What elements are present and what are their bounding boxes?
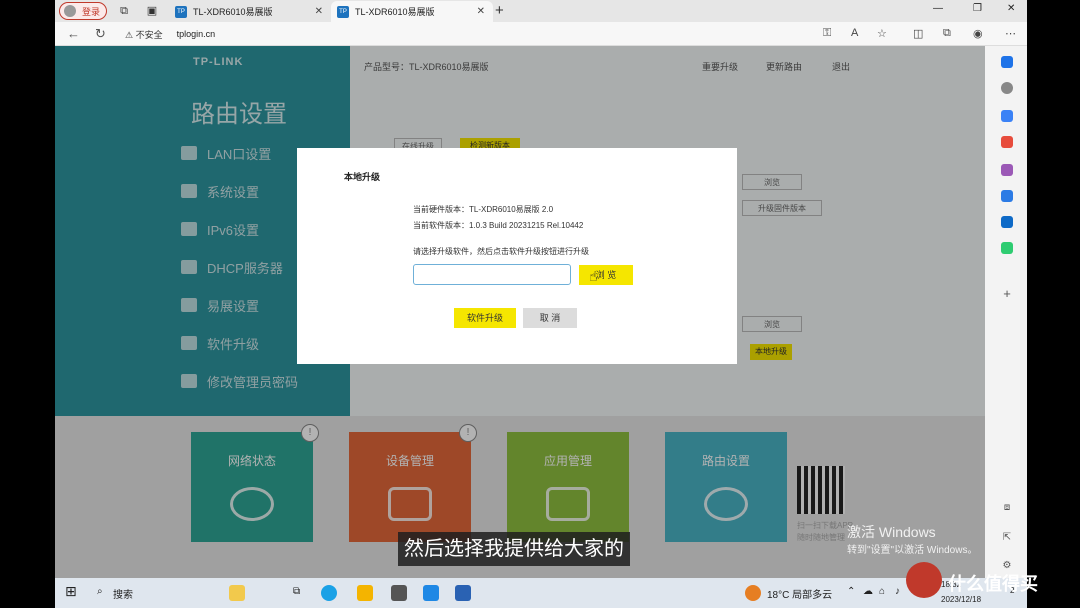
split-screen-icon[interactable]: ◫ xyxy=(913,27,923,40)
favorite-star-icon[interactable]: ☆ xyxy=(877,27,887,40)
app-icon[interactable] xyxy=(455,585,471,601)
security-warning[interactable]: ⚠ 不安全 xyxy=(125,28,163,41)
brand-watermark: 什么值得买 xyxy=(948,574,1038,594)
mail-icon[interactable] xyxy=(423,585,439,601)
tab-1[interactable]: TP TL-XDR6010易展版 ✕ xyxy=(169,1,331,22)
tplink-favicon-icon: TP xyxy=(337,5,349,18)
copilot-icon[interactable] xyxy=(1001,190,1013,202)
profile-button[interactable]: 登录 xyxy=(59,2,107,20)
games-icon[interactable] xyxy=(1001,164,1013,176)
tab-title: TL-XDR6010易展版 xyxy=(355,7,435,17)
file-path-input[interactable] xyxy=(413,264,571,285)
hardware-version-text: 当前硬件版本：TL-XDR6010易展版 2.0 xyxy=(413,205,554,214)
tab-2[interactable]: TP TL-XDR6010易展版 ✕ xyxy=(331,1,493,22)
drop-icon[interactable] xyxy=(1001,242,1013,254)
url-text: tplogin.cn xyxy=(176,29,216,39)
search-icon[interactable] xyxy=(1001,82,1013,94)
dialog-title: 本地升级 xyxy=(344,172,381,182)
avatar-icon xyxy=(64,5,76,17)
smzdm-logo-icon xyxy=(906,562,942,598)
tray-chevron-icon[interactable]: ⌃ xyxy=(847,586,855,597)
security-label: 不安全 xyxy=(135,29,163,40)
screenshot-icon[interactable]: ⧈ xyxy=(1001,502,1013,514)
software-upgrade-button[interactable]: 软件升级 xyxy=(454,308,516,328)
browser-window: 登录 ⧉ ▣ TP TL-XDR6010易展版 ✕ TP TL-XDR6010易… xyxy=(55,0,1027,608)
refresh-icon[interactable]: ↻ xyxy=(95,26,106,42)
back-icon[interactable]: ← xyxy=(67,26,80,41)
workspaces-icon[interactable]: ⧉ xyxy=(117,4,131,18)
key-icon[interactable]: ⚿ xyxy=(823,27,831,40)
weather-text[interactable]: 18°C 局部多云 xyxy=(767,586,832,601)
open-external-icon[interactable]: ⇱ xyxy=(1001,532,1013,544)
tab-strip: 登录 ⧉ ▣ TP TL-XDR6010易展版 ✕ TP TL-XDR6010易… xyxy=(55,0,1027,22)
network-icon[interactable]: ⌂ xyxy=(879,586,885,597)
taskbar-search-label[interactable]: 搜索 xyxy=(113,586,133,601)
read-aloud-icon[interactable]: A xyxy=(851,27,858,39)
windows-activation-subtitle: 转到"设置"以激活 Windows。 xyxy=(847,545,978,556)
cancel-button[interactable]: 取 消 xyxy=(523,308,577,328)
windows-activation-title: 激活 Windows xyxy=(847,524,936,540)
edge-sidebar: + ⧈ ⇱ ⚙ xyxy=(985,46,1027,578)
start-windows-icon[interactable]: ⊞ xyxy=(65,583,77,600)
cloud-icon[interactable]: ☁ xyxy=(863,586,873,597)
more-menu-icon[interactable]: ⋯ xyxy=(1005,27,1016,40)
tag-icon[interactable] xyxy=(1001,110,1013,122)
tab-close-icon[interactable]: ✕ xyxy=(477,6,485,17)
task-view-icon[interactable]: ⧉ xyxy=(293,586,300,597)
router-admin-page: TP-LINK 路由设置 LAN口设置 系统设置 IPv6设置 DHCP服务器 … xyxy=(55,46,985,578)
tplink-favicon-icon: TP xyxy=(175,5,187,18)
minimize-button[interactable]: — xyxy=(933,3,943,14)
edge-icon[interactable] xyxy=(321,585,337,601)
outlook-icon[interactable] xyxy=(1001,216,1013,228)
volume-icon[interactable]: ♪ xyxy=(895,586,900,597)
close-window-button[interactable]: ✕ xyxy=(1007,3,1015,14)
file-explorer-icon[interactable] xyxy=(357,585,373,601)
video-subtitle: 然后选择我提供给大家的 xyxy=(398,532,630,566)
weather-icon[interactable] xyxy=(745,585,761,601)
search-icon[interactable]: ⌕ xyxy=(97,586,103,597)
maximize-button[interactable]: ❐ xyxy=(973,3,982,14)
store-icon[interactable] xyxy=(391,585,407,601)
beach-widget-icon[interactable] xyxy=(229,585,245,601)
browse-button[interactable]: 浏 览 xyxy=(579,265,633,285)
bell-icon[interactable] xyxy=(1001,56,1013,68)
tab-actions-icon[interactable]: ▣ xyxy=(145,4,159,18)
url-field[interactable]: ⚠ 不安全 tplogin.cn xyxy=(125,25,885,43)
address-bar: ← ↻ ⚠ 不安全 tplogin.cn ⚿ A ☆ ◫ ⧉ ◉ ⋯ xyxy=(55,22,1027,46)
tab-close-icon[interactable]: ✕ xyxy=(315,6,323,17)
tab-title: TL-XDR6010易展版 xyxy=(193,7,273,17)
chrome-icon[interactable]: ◉ xyxy=(973,27,983,40)
clock-date[interactable]: 2023/12/18 xyxy=(941,595,981,604)
collections-icon[interactable]: ⧉ xyxy=(943,27,951,40)
local-upgrade-dialog: 本地升级 当前硬件版本：TL-XDR6010易展版 2.0 当前软件版本：1.0… xyxy=(297,148,737,364)
hand-cursor-icon: ☝ xyxy=(589,268,598,284)
toolbox-icon[interactable] xyxy=(1001,136,1013,148)
add-icon[interactable]: + xyxy=(1001,287,1013,300)
software-version-text: 当前软件版本：1.0.3 Build 20231215 Rel.10442 xyxy=(413,221,584,230)
new-tab-button[interactable]: + xyxy=(495,2,504,19)
profile-label: 登录 xyxy=(82,6,101,17)
windows-taskbar: ⊞ ⌕ 搜索 ⧉ 18°C 局部多云 ⌃ ☁ ⌂ ♪ 18:32 2023/12… xyxy=(55,578,1027,608)
instruction-text: 请选择升级软件，然后点击软件升级按钮进行升级 xyxy=(413,247,589,256)
